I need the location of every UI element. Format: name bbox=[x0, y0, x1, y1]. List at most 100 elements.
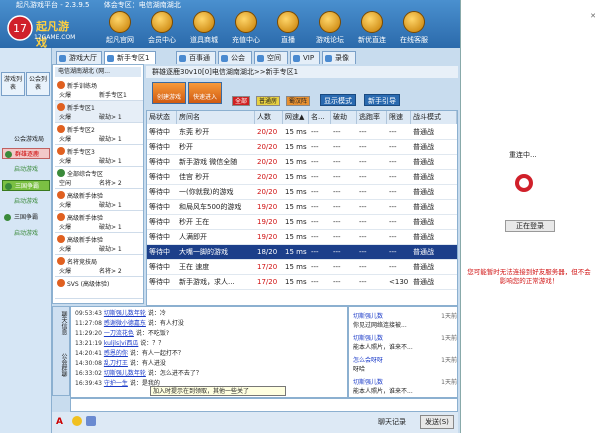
table-cell: --- bbox=[311, 248, 319, 256]
table-row[interactable]: 等待中 佳宫 秒开 20/20 15 ms --- --- --- --- 普通战 bbox=[147, 170, 457, 185]
send-button[interactable]: 发送(S) bbox=[420, 415, 454, 429]
tab-guild-chat[interactable]: 公会群聊 bbox=[54, 353, 68, 377]
game-table: 局状态 房间名 人数 网速▲ 名... 破劫 逃跑率 限速 战斗模式 等待中 东莞… bbox=[146, 110, 458, 306]
nav-live[interactable]: 直播 bbox=[268, 11, 308, 45]
create-game-button[interactable]: 创建游戏 bbox=[152, 82, 186, 104]
table-cell: 15 ms bbox=[285, 218, 307, 226]
announcement-item[interactable]: 切斯强儿数 1天前 能本人照片，谁来不... bbox=[353, 377, 457, 395]
sidebar-item[interactable]: 群雄逐鹿 bbox=[2, 148, 50, 159]
table-row[interactable]: 等待中 一(你就我)的游戏 20/20 15 ms --- --- --- --- 普通战 bbox=[147, 185, 457, 200]
table-cell: 等待中 bbox=[149, 128, 170, 136]
room-item[interactable]: 名将竞技局 火爆 名将> 2 bbox=[55, 255, 143, 277]
table-cell: 普通战 bbox=[413, 263, 434, 271]
tab-baishitong[interactable]: 百事通 bbox=[176, 51, 216, 64]
tab-chat-info[interactable]: 聊天信息 bbox=[54, 311, 68, 335]
table-row[interactable]: 等待中 秒开 20/20 15 ms --- --- --- --- 普通战 bbox=[147, 140, 457, 155]
tab-newbie-zone[interactable]: 新手专区1 bbox=[104, 51, 156, 64]
room-item[interactable]: 全部综合专区 空闲 名将> 2 bbox=[55, 167, 143, 189]
column-header[interactable]: 网速▲ bbox=[283, 111, 309, 124]
table-cell: 普通战 bbox=[413, 158, 434, 166]
nav-direct-link[interactable]: 新优直连 bbox=[352, 11, 392, 45]
table-cell: --- bbox=[389, 158, 397, 166]
font-icon[interactable]: A bbox=[56, 417, 63, 427]
sidebar-item[interactable]: 三国争霸 bbox=[2, 180, 50, 191]
table-cell: --- bbox=[311, 263, 319, 271]
announcement-item[interactable]: 切斯强儿数 1天前 你见过网络连接被... bbox=[353, 311, 457, 329]
sidebar-item[interactable]: 启动游戏 bbox=[2, 164, 50, 175]
room-item[interactable]: 新手专区3 火爆 破劫> 1 bbox=[55, 145, 143, 167]
table-row[interactable]: 等待中 新手游戏 微信全随 20/20 15 ms --- --- --- --- 普通战 bbox=[147, 155, 457, 170]
tab-game-list[interactable]: 游戏列表 bbox=[1, 72, 25, 96]
display-mode-button[interactable]: 显示模式 bbox=[320, 94, 356, 106]
sidebar-item[interactable]: 三国争霸 bbox=[2, 212, 50, 223]
announcement-item[interactable]: 怎么会呀呀 1天前 呀哈 bbox=[353, 355, 457, 373]
filter-normal-button[interactable]: 普通房 bbox=[256, 96, 281, 106]
table-cell: 王在 速度 bbox=[179, 263, 210, 271]
column-header[interactable]: 名... bbox=[309, 111, 331, 124]
fire-icon bbox=[57, 103, 65, 111]
room-item[interactable]: 新手训练场 火爆 新手专区1 bbox=[55, 79, 143, 101]
tab-guild-list[interactable]: 公会列表 bbox=[26, 72, 50, 96]
nav-item-shop[interactable]: 道具商城 bbox=[184, 11, 224, 45]
table-cell: 15 ms bbox=[285, 248, 307, 256]
column-header[interactable]: 局状态 bbox=[147, 111, 177, 124]
room-item[interactable]: 新手专区2 火爆 破劫> 1 bbox=[55, 123, 143, 145]
column-header[interactable]: 破劫 bbox=[331, 111, 357, 124]
nav-forum[interactable]: 游戏论坛 bbox=[310, 11, 350, 45]
table-cell: 一(你就我)的游戏 bbox=[179, 188, 234, 196]
table-cell: --- bbox=[389, 218, 397, 226]
table-row[interactable]: 等待中 大嘴一脚的游戏 18/20 15 ms --- --- --- --- 普通战 bbox=[147, 245, 457, 260]
column-header[interactable]: 战斗模式 bbox=[411, 111, 457, 124]
room-list: 电信湖南湖北 (网... 新手训练场 火爆 新手专区1 新手专区1 火爆 破劫> 1 新… bbox=[52, 64, 144, 304]
tv-icon bbox=[277, 11, 299, 33]
room-item[interactable]: 高级新手体验 火爆 破劫> 1 bbox=[55, 211, 143, 233]
table-cell: --- bbox=[311, 158, 319, 166]
login-button[interactable]: 正在登录 bbox=[505, 220, 555, 232]
column-header[interactable]: 房间名 bbox=[177, 111, 255, 124]
close-icon[interactable]: ✕ bbox=[590, 12, 596, 20]
room-icon bbox=[57, 169, 65, 177]
table-row[interactable]: 等待中 人满即开 19/20 15 ms --- --- --- --- 普通战 bbox=[147, 230, 457, 245]
table-row[interactable]: 等待中 王在 速度 17/20 15 ms --- --- --- --- 普通战 bbox=[147, 260, 457, 275]
nav-customer-service[interactable]: 在线客服 bbox=[394, 11, 434, 45]
announcement-item[interactable]: 切斯强儿数 1天前 能本人照片，谁来不... bbox=[353, 333, 457, 351]
chat-record-button[interactable]: 聊天记录 bbox=[378, 417, 406, 427]
tab-space[interactable]: 空间 bbox=[254, 51, 288, 64]
room-item[interactable]: SVS (高级体验) bbox=[55, 277, 143, 299]
sidebar-item[interactable]: 公会游戏局 bbox=[2, 134, 50, 145]
nav-member-center[interactable]: 会员中心 bbox=[142, 11, 182, 45]
table-cell: 普通战 bbox=[413, 278, 434, 286]
nav-official-site[interactable]: 起凡官网 bbox=[100, 11, 140, 45]
table-cell: --- bbox=[389, 188, 397, 196]
room-item[interactable]: 新手专区1 火爆 破劫> 1 bbox=[55, 101, 143, 123]
sidebar-item[interactable]: 启动游戏 bbox=[2, 196, 50, 207]
filter-all-button[interactable]: 全部 bbox=[232, 96, 251, 106]
room-item[interactable]: 高级新手体验 火爆 破劫> 1 bbox=[55, 189, 143, 211]
room-item[interactable]: 高级新手体验 火爆 破劫> 1 bbox=[55, 233, 143, 255]
table-row[interactable]: 等待中 秒开 王在 19/20 15 ms --- --- --- --- 普通战 bbox=[147, 215, 457, 230]
filter-shu-button[interactable]: 蜀汉阵 bbox=[286, 96, 311, 106]
tab-replay[interactable]: 录像 bbox=[322, 51, 356, 64]
column-header[interactable]: 人数 bbox=[255, 111, 283, 124]
globe-icon bbox=[151, 11, 173, 33]
sidebar-item[interactable]: 启动游戏 bbox=[2, 228, 50, 239]
tab-vip[interactable]: VIP bbox=[290, 51, 320, 64]
table-row[interactable]: 等待中 和局风车500的游戏 19/20 15 ms --- --- --- --- 普通战 bbox=[147, 200, 457, 215]
table-cell: 大嘴一脚的游戏 bbox=[179, 248, 228, 256]
nav-recharge[interactable]: 充值中心 bbox=[226, 11, 266, 45]
chat-input[interactable] bbox=[70, 398, 458, 412]
table-cell: 等待中 bbox=[149, 218, 170, 226]
reconnect-icon bbox=[515, 174, 533, 192]
image-icon[interactable] bbox=[86, 416, 96, 426]
emoji-icon[interactable] bbox=[72, 416, 82, 426]
tab-lobby[interactable]: 游戏大厅 bbox=[56, 51, 102, 64]
tab-guild[interactable]: 公会 bbox=[218, 51, 252, 64]
table-row[interactable]: 等待中 新手游戏，求人... 17/20 15 ms --- --- --- <130 普通战 bbox=[147, 275, 457, 290]
column-header[interactable]: 逃跑率 bbox=[357, 111, 387, 124]
column-header[interactable]: 限速 bbox=[387, 111, 411, 124]
quick-join-button[interactable]: 快速进入 bbox=[188, 82, 222, 104]
table-cell: 等待中 bbox=[149, 143, 170, 151]
table-row[interactable]: 等待中 东莞 秒开 20/20 15 ms --- --- --- --- 普通战 bbox=[147, 125, 457, 140]
newbie-guide-button[interactable]: 新手引导 bbox=[364, 94, 400, 106]
fire-icon bbox=[57, 213, 65, 221]
